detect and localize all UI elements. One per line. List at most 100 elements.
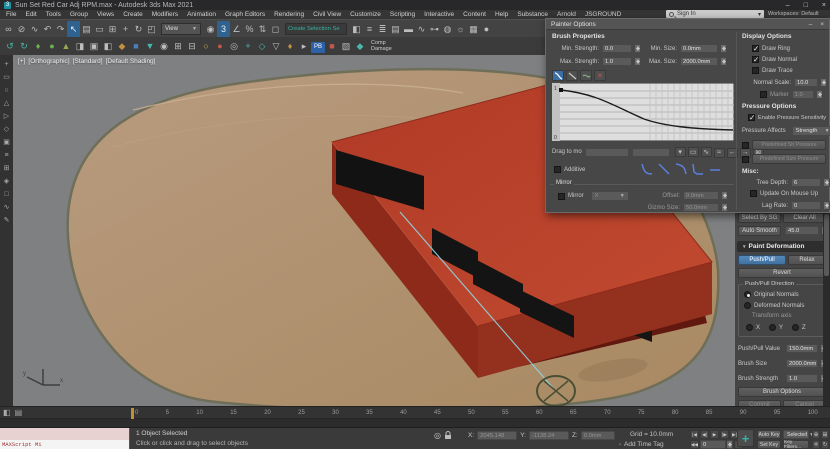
z-coord-field[interactable]: 0.0mm <box>581 431 615 440</box>
maxscript-mini-listener[interactable]: MAXScript Mi <box>0 428 130 449</box>
relax-button[interactable]: Relax <box>788 255 826 265</box>
axis-x-radio[interactable] <box>746 324 753 331</box>
menu-item-18[interactable]: JSGROUND <box>585 11 621 18</box>
side-tool-icon-4[interactable]: △ <box>4 100 9 107</box>
angle-snap-icon[interactable]: ∠ <box>230 21 243 37</box>
zoom-all-icon[interactable]: ⊞ <box>821 430 829 439</box>
brush-options-button[interactable]: Brush Options <box>738 387 826 397</box>
select-and-rotate-icon[interactable]: ↻ <box>132 21 145 37</box>
macro-recorder-pane[interactable] <box>0 428 129 440</box>
min-size-spinner[interactable] <box>721 44 727 53</box>
custom-tool-icon-4[interactable]: ● <box>45 38 59 54</box>
render-production-icon[interactable]: ● <box>480 21 493 37</box>
menu-item-5[interactable]: Create <box>123 11 143 18</box>
mirror-icon[interactable]: ◧ <box>350 21 363 37</box>
side-tool-icon-2[interactable]: ▭ <box>3 74 10 81</box>
custom-tool-icon-10[interactable]: ■ <box>129 38 143 54</box>
menu-item-7[interactable]: Animation <box>187 11 216 18</box>
custom-tool-icon-19[interactable]: ◇ <box>255 38 269 54</box>
max-strength-spinner[interactable] <box>635 57 641 66</box>
go-to-start-icon[interactable]: |◀ <box>690 430 699 439</box>
side-tool-icon-10[interactable]: ◈ <box>4 178 9 185</box>
auto-smooth-button[interactable]: Auto Smooth <box>738 226 781 236</box>
side-tool-icon-12[interactable]: ∿ <box>4 204 10 211</box>
menu-item-2[interactable]: Tools <box>46 11 61 18</box>
frame-spinner[interactable] <box>727 440 733 449</box>
curve-position-field[interactable] <box>585 148 629 157</box>
pressure-affects-dropdown[interactable]: Strength▼ <box>792 126 830 136</box>
custom-tool-icon-5[interactable]: ▲ <box>59 38 73 54</box>
menu-item-0[interactable]: File <box>6 11 16 18</box>
sign-in-label[interactable]: Sign In <box>677 11 696 17</box>
custom-tool-icon-18[interactable]: + <box>241 38 255 54</box>
custom-tool-icon-7[interactable]: ▣ <box>87 38 101 54</box>
menu-item-10[interactable]: Civil View <box>313 11 341 18</box>
create-new-button[interactable]: + <box>737 429 754 447</box>
custom-tool-icon-17[interactable]: ◎ <box>227 38 241 54</box>
select-object-icon[interactable]: ↖ <box>67 21 80 37</box>
edit-named-selections-icon[interactable]: ◻ <box>269 21 282 37</box>
brush-strength-field[interactable]: 1.0 <box>786 374 818 383</box>
custom-tool-icon-6[interactable]: ◨ <box>73 38 87 54</box>
menu-item-16[interactable]: Substance <box>517 11 548 18</box>
side-tool-icon-9[interactable]: ⊞ <box>4 165 10 172</box>
menu-item-8[interactable]: Graph Editors <box>225 11 265 18</box>
select-by-name-icon[interactable]: ▤ <box>80 21 93 37</box>
side-tool-icon-8[interactable]: ≡ <box>4 152 8 159</box>
close-window-button[interactable]: × <box>822 2 826 9</box>
key-filters-button[interactable]: Key Filters... <box>783 440 809 449</box>
lag-rate-field[interactable]: 0 <box>791 201 821 210</box>
custom-tool-icon-2[interactable]: ↻ <box>17 38 31 54</box>
layer-manager-icon[interactable]: ≣ <box>376 21 389 37</box>
custom-tool-icon-26[interactable]: ◆ <box>353 38 367 54</box>
marker-field[interactable]: 1.0 <box>792 90 814 99</box>
viewport-menu-standard[interactable]: [Standard] <box>73 58 103 65</box>
snaps-toggle-icon[interactable]: 3 <box>217 21 230 37</box>
schematic-view-icon[interactable]: ⊶ <box>428 21 441 37</box>
curve-tool-icon-4[interactable]: ≈ <box>714 148 725 158</box>
push-pull-value-field[interactable]: 150.0mm <box>786 344 818 353</box>
auto-key-button[interactable]: Auto Key <box>757 430 781 439</box>
normal-scale-field[interactable]: 10.0 <box>794 78 818 87</box>
select-link-icon[interactable]: ∞ <box>2 21 15 37</box>
predefined-str-checkbox[interactable] <box>742 142 749 149</box>
curve-tool-icon-1[interactable]: ▾ <box>675 147 686 157</box>
select-and-move-icon[interactable]: + <box>119 21 132 37</box>
viewport-menu-shading[interactable]: [Default Shading] <box>106 58 156 65</box>
lag-rate-spinner[interactable] <box>824 201 830 210</box>
gizmo-size-spinner[interactable] <box>722 203 728 212</box>
add-time-tag[interactable]: Add Time Tag <box>624 441 664 448</box>
maximize-window-button[interactable]: □ <box>804 2 808 9</box>
dialog-minimize-button[interactable]: – <box>809 21 813 28</box>
push-pull-button[interactable]: Push/Pull <box>738 255 786 265</box>
predefined-str-pressure-button[interactable]: Predefined Str Pressure <box>752 140 826 150</box>
menu-item-15[interactable]: Help <box>495 11 508 18</box>
draw-ring-checkbox[interactable] <box>752 45 759 52</box>
curve-editor-icon[interactable]: ∿ <box>415 21 428 37</box>
redo-icon[interactable]: ↷ <box>54 21 67 37</box>
preset-linear-icon[interactable] <box>658 163 670 175</box>
undo-icon[interactable]: ↶ <box>41 21 54 37</box>
custom-tool-icon-13[interactable]: ⊞ <box>171 38 185 54</box>
paint-deformation-rollout[interactable]: ▾ Paint Deformation <box>737 241 828 252</box>
set-key-button[interactable]: Set Key <box>757 440 781 449</box>
max-size-spinner[interactable] <box>721 57 727 66</box>
isolate-selection-icon[interactable]: ◎ <box>434 431 441 440</box>
ribbon-toggle-icon[interactable]: ▬ <box>402 21 415 37</box>
menu-item-13[interactable]: Interactive <box>424 11 454 18</box>
physx-badge-icon[interactable]: PB <box>311 42 325 53</box>
custom-tool-icon-3[interactable]: ♦ <box>31 38 45 54</box>
material-editor-icon[interactable]: ◍ <box>441 21 454 37</box>
curve-tool-icon-3[interactable]: ∿ <box>701 147 712 157</box>
time-ruler[interactable]: ◧▤ 0510152025303540455055606570758085909… <box>0 406 830 419</box>
draw-trace-checkbox[interactable] <box>752 67 759 74</box>
custom-tool-icon-11[interactable]: ▼ <box>143 38 157 54</box>
brush-size-field[interactable]: 2000.0mm <box>786 359 818 368</box>
side-tool-icon-11[interactable]: □ <box>4 191 8 198</box>
deformed-normals-radio[interactable] <box>744 302 751 309</box>
bind-spacewarp-icon[interactable]: ∿ <box>28 21 41 37</box>
spinner-snap-icon[interactable]: ⇅ <box>256 21 269 37</box>
menu-item-4[interactable]: Views <box>97 11 114 18</box>
marker-checkbox[interactable] <box>760 91 767 98</box>
axis-y-radio[interactable] <box>769 324 776 331</box>
